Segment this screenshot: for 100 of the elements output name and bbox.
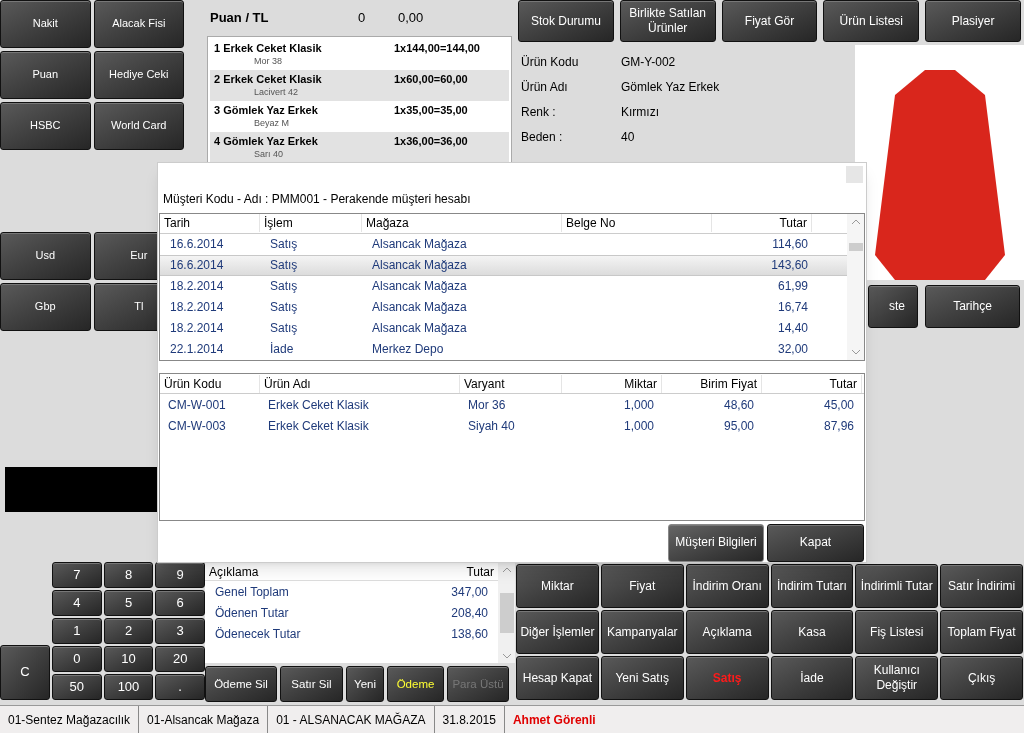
function-button[interactable]: Kasa <box>770 610 854 654</box>
payment-action-button[interactable]: Ödeme Sil <box>205 666 277 702</box>
number-key[interactable]: 5 <box>103 590 154 616</box>
number-key[interactable]: 0 <box>52 646 102 672</box>
table-cell-text: Merkez Depo <box>371 341 445 359</box>
field-label: Ürün Adı <box>521 78 569 96</box>
function-button[interactable]: Kullanıcı Değiştir <box>855 656 939 700</box>
table-cell-text: CM-W-001 <box>167 396 227 414</box>
points-label: Puan / TL <box>209 9 270 28</box>
function-button[interactable]: İndirim Tutarı <box>770 564 854 608</box>
number-key[interactable]: 100 <box>103 674 154 700</box>
customer-info-button[interactable]: Müşteri Bilgileri <box>668 524 764 562</box>
close-dialog-button[interactable]: Kapat <box>767 524 864 562</box>
item-price: 1x60,00=60,00 <box>394 72 468 87</box>
chevron-down-icon[interactable] <box>851 350 860 356</box>
function-button[interactable]: Hesap Kapat <box>516 656 599 700</box>
column-header: Mağaza <box>362 214 562 233</box>
clear-key[interactable]: C <box>0 645 50 700</box>
number-key[interactable]: 6 <box>155 590 205 616</box>
number-key[interactable]: 8 <box>103 562 154 588</box>
function-button[interactable]: Diğer İşlemler <box>516 610 599 654</box>
number-key[interactable]: 2 <box>103 618 154 644</box>
function-button[interactable]: Satır İndirimi <box>940 564 1023 608</box>
payment-button[interactable]: HSBC <box>0 102 91 150</box>
status-text: 31.8.2015 <box>434 706 505 733</box>
number-key[interactable]: 7 <box>52 562 102 588</box>
scrollbar-thumb[interactable] <box>499 593 514 633</box>
table-cell-text: Satış <box>269 320 299 338</box>
number-key[interactable]: 10 <box>103 646 154 672</box>
field-value: GM-Y-002 <box>621 53 676 71</box>
action-button[interactable]: ste <box>868 285 918 328</box>
number-key[interactable]: 9 <box>155 562 205 588</box>
toolbar-button[interactable]: Stok Durumu <box>518 0 614 42</box>
function-button[interactable]: Çıkış <box>940 656 1023 700</box>
table-cell-text: Ödenecek Tutar <box>215 625 302 643</box>
column-header: Ürün Kodu <box>160 374 260 393</box>
table-cell-text: 95,00 <box>722 417 755 435</box>
field-label: Beden : <box>521 128 564 146</box>
table-cell-text: 347,00 <box>450 583 488 601</box>
item-variant: Beyaz M <box>253 117 290 129</box>
number-key[interactable]: 50 <box>52 674 102 700</box>
payment-button[interactable]: Nakit <box>0 0 91 48</box>
column-header: Açıklama <box>209 563 260 581</box>
chevron-up-icon[interactable] <box>851 218 860 224</box>
table-cell-text: Satış <box>269 257 299 275</box>
payment-button[interactable]: Puan <box>0 51 91 99</box>
item-price: 1x144,00=144,00 <box>394 41 480 56</box>
scrollbar-thumb[interactable] <box>848 243 863 252</box>
currency-button[interactable]: Usd <box>0 232 91 280</box>
table-cell-text: 32,00 <box>776 341 809 359</box>
number-key[interactable]: 3 <box>155 618 205 644</box>
toolbar-button[interactable]: Fiyat Gör <box>721 0 818 42</box>
currency-button[interactable]: Gbp <box>0 283 91 331</box>
function-button[interactable]: İndirimli Tutar <box>855 564 939 608</box>
column-header: Tutar <box>712 214 812 233</box>
function-button[interactable]: İndirim Oranı <box>685 564 769 608</box>
item-price: 1x35,00=35,00 <box>394 103 468 118</box>
payment-button[interactable]: World Card <box>93 102 184 150</box>
table-cell-text: 87,96 <box>822 417 855 435</box>
function-button[interactable]: Kampanyalar <box>600 610 684 654</box>
function-button[interactable]: Açıklama <box>685 610 769 654</box>
function-button[interactable]: İade <box>770 656 854 700</box>
number-key[interactable]: 4 <box>52 590 102 616</box>
payment-action-button[interactable]: Yeni <box>346 666 384 702</box>
function-button[interactable]: Fiş Listesi <box>855 610 939 654</box>
function-button[interactable]: Yeni Satış <box>600 656 684 700</box>
column-header: Ürün Adı <box>260 374 460 393</box>
table-cell-text: Siyah 40 <box>467 417 516 435</box>
history-button[interactable]: Tarihçe <box>925 285 1020 328</box>
toolbar-button[interactable]: Plasiyer <box>925 0 1021 42</box>
item-price: 1x36,00=36,00 <box>394 134 468 149</box>
column-header: Varyant <box>460 374 562 393</box>
toolbar-button[interactable]: Birlikte Satılan Ürünler <box>619 0 716 42</box>
chevron-down-icon[interactable] <box>502 654 511 659</box>
table-cell-text: Genel Toplam <box>215 583 290 601</box>
table-row[interactable]: 16.6.2014 Satış Alsancak Mağaza 143,60 <box>160 254 847 276</box>
payment-action-button[interactable]: Ödeme <box>387 666 444 702</box>
table-cell-text: Alsancak Mağaza <box>371 257 468 275</box>
table-cell-text: 16,74 <box>776 299 809 317</box>
function-button[interactable]: Miktar <box>516 564 599 608</box>
number-key[interactable]: 1 <box>52 618 102 644</box>
table-row[interactable]: 22.1.2014 İade Merkez Depo 32,00 <box>160 338 847 360</box>
item-name: 2 Erkek Ceket Klasik <box>214 72 323 86</box>
function-button[interactable]: Toplam Fiyat <box>940 610 1023 654</box>
table-cell-text: 1,000 <box>622 396 655 414</box>
number-key[interactable]: . <box>155 674 205 700</box>
column-header: İşlem <box>260 214 362 233</box>
table-cell-text: Erkek Ceket Klasik <box>267 396 370 414</box>
table-cell-text: Alsancak Mağaza <box>371 299 468 317</box>
payment-action-button[interactable]: Satır Sil <box>280 666 343 702</box>
table-cell-text: Alsancak Mağaza <box>371 236 468 254</box>
column-header: Miktar <box>562 374 662 393</box>
function-button[interactable]: Fiyat <box>600 564 684 608</box>
chevron-up-icon[interactable] <box>502 567 511 572</box>
payment-button[interactable]: Hediye Ceki <box>93 51 184 99</box>
item-variant: Mor 38 <box>253 55 283 67</box>
number-key[interactable]: 20 <box>155 646 205 672</box>
toolbar-button[interactable]: Ürün Listesi <box>823 0 920 42</box>
table-cell-text: İade <box>269 341 295 359</box>
payment-button[interactable]: Alacak Fisi <box>93 0 184 48</box>
